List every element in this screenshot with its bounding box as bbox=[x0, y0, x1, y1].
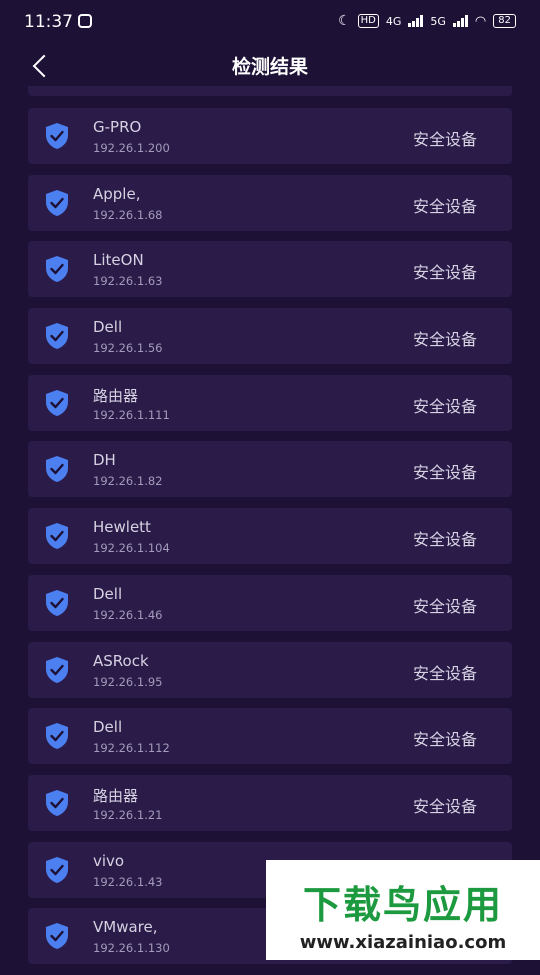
list-item[interactable]: DH 192.26.1.82 安全设备 bbox=[28, 441, 512, 498]
device-name: 路由器 bbox=[93, 386, 139, 405]
device-name: Hewlett bbox=[93, 518, 151, 537]
wifi-icon: ◠ bbox=[474, 13, 487, 29]
shield-check-icon bbox=[46, 456, 68, 483]
device-ip: 192.26.1.68 bbox=[93, 207, 163, 222]
device-status: 安全设备 bbox=[412, 396, 477, 416]
watermark-logo: 下载鸟应用 www.xiazainiao.com bbox=[266, 860, 540, 960]
device-name: VMware, bbox=[93, 918, 158, 937]
device-status: 安全设备 bbox=[412, 196, 477, 216]
device-ip: 192.26.1.82 bbox=[93, 474, 163, 489]
device-name: Dell bbox=[93, 584, 123, 603]
device-status: 安全设备 bbox=[412, 596, 477, 616]
device-status: 安全设备 bbox=[412, 130, 477, 149]
network-5g-label: 5G bbox=[430, 14, 446, 28]
hd-badge: HD bbox=[357, 14, 379, 28]
device-name: G-PRO bbox=[93, 118, 142, 136]
device-ip: 192.26.1.95 bbox=[93, 674, 163, 689]
device-ip: 192.26.1.21 bbox=[93, 807, 163, 822]
notification-icon bbox=[78, 14, 92, 28]
device-ip: 192.26.1.43 bbox=[93, 874, 163, 889]
shield-check-icon bbox=[46, 856, 68, 883]
list-item[interactable]: 路由器 192.26.1.21 安全设备 bbox=[28, 774, 512, 831]
list-item[interactable]: Dell 192.26.1.56 安全设备 bbox=[28, 308, 512, 365]
list-item[interactable]: G-PRO 192.26.1.200 安全设备 bbox=[28, 108, 512, 164]
list-item[interactable]: Dell 192.26.1.46 安全设备 bbox=[28, 574, 512, 631]
shield-check-icon bbox=[46, 323, 68, 350]
device-status: 安全设备 bbox=[412, 330, 477, 350]
device-ip: 192.26.1.63 bbox=[93, 274, 163, 289]
page-title: 检测结果 bbox=[231, 56, 308, 78]
device-status: 安全设备 bbox=[412, 796, 477, 816]
device-status: 安全设备 bbox=[412, 530, 477, 550]
device-list: G-PRO 192.26.1.200 安全设备 Apple, 192.26.1.68 安全… bbox=[28, 108, 512, 975]
device-ip: 192.26.1.56 bbox=[93, 341, 163, 356]
signal-icon-2 bbox=[452, 15, 468, 27]
shield-check-icon bbox=[46, 189, 68, 216]
list-item[interactable]: LiteON 192.26.1.63 安全设备 bbox=[28, 241, 512, 298]
signal-icon bbox=[408, 15, 424, 27]
device-status: 安全设备 bbox=[412, 463, 477, 483]
device-ip: 192.26.1.112 bbox=[93, 741, 170, 756]
device-name: 路由器 bbox=[93, 786, 139, 805]
device-name: vivo bbox=[93, 851, 125, 870]
page-header: 检测结果 bbox=[0, 44, 540, 88]
network-4g-label: 4G bbox=[385, 14, 402, 28]
shield-check-icon bbox=[46, 256, 68, 283]
device-name: Dell bbox=[93, 318, 123, 337]
device-name: ASRock bbox=[93, 651, 149, 670]
list-item[interactable]: Hewlett 192.26.1.104 安全设备 bbox=[28, 508, 512, 565]
shield-check-icon bbox=[46, 923, 68, 950]
list-item[interactable]: Dell 192.26.1.112 安全设备 bbox=[28, 708, 512, 765]
list-item-partial bbox=[28, 86, 512, 96]
device-ip: 192.26.1.111 bbox=[93, 407, 170, 422]
do-not-disturb-icon: ☾ bbox=[338, 13, 351, 29]
battery-icon: 82 bbox=[493, 14, 516, 28]
device-ip: 192.26.1.46 bbox=[93, 607, 163, 622]
device-ip: 192.26.1.130 bbox=[93, 941, 170, 956]
device-status: 安全设备 bbox=[412, 663, 477, 683]
shield-check-icon bbox=[46, 723, 68, 750]
device-ip: 192.26.1.200 bbox=[93, 141, 170, 155]
shield-check-icon bbox=[46, 123, 68, 149]
device-status: 安全设备 bbox=[412, 263, 477, 283]
shield-check-icon bbox=[46, 523, 68, 550]
list-item[interactable]: ASRock 192.26.1.95 安全设备 bbox=[28, 641, 512, 698]
shield-check-icon bbox=[46, 656, 68, 683]
shield-check-icon bbox=[46, 589, 68, 616]
watermark-brand: 下载鸟应用 bbox=[302, 883, 503, 927]
status-icons: ☾ HD 4G 5G ◠ 82 bbox=[338, 13, 516, 29]
device-ip: 192.26.1.104 bbox=[93, 541, 170, 556]
status-time: 11:37 bbox=[24, 12, 73, 32]
list-item[interactable]: 路由器 192.26.1.111 安全设备 bbox=[28, 374, 512, 431]
shield-check-icon bbox=[46, 789, 68, 816]
device-name: Apple, bbox=[93, 184, 141, 203]
status-bar: 11:37 ☾ HD 4G 5G ◠ 82 bbox=[0, 0, 540, 44]
device-name: DH bbox=[93, 451, 116, 470]
device-status: 安全设备 bbox=[412, 730, 477, 750]
device-name: Dell bbox=[93, 718, 123, 737]
watermark-url: www.xiazainiao.com bbox=[299, 932, 507, 953]
shield-check-icon bbox=[46, 389, 68, 416]
list-item[interactable]: Apple, 192.26.1.68 安全设备 bbox=[28, 174, 512, 231]
device-name: LiteON bbox=[93, 251, 144, 270]
